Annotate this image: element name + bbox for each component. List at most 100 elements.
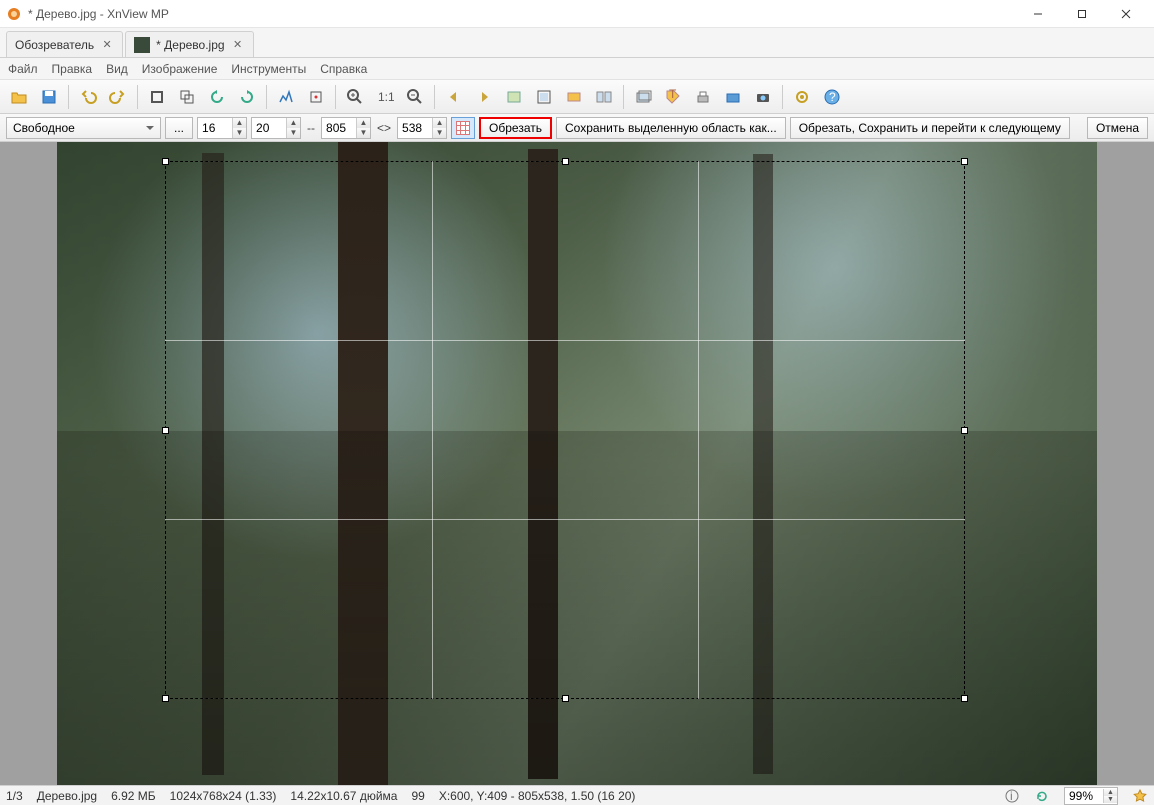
capture-icon[interactable] (750, 84, 776, 110)
menu-image[interactable]: Изображение (142, 62, 218, 76)
crop-x-input[interactable]: ▲▼ (197, 117, 247, 139)
levels-icon[interactable] (273, 84, 299, 110)
crop-icon[interactable] (144, 84, 170, 110)
status-print-size: 14.22x10.67 дюйма (290, 789, 397, 803)
separator (68, 85, 69, 109)
app-icon (6, 6, 22, 22)
separator (434, 85, 435, 109)
batch-icon[interactable] (630, 84, 656, 110)
save-icon[interactable] (36, 84, 62, 110)
quickview-icon[interactable] (501, 84, 527, 110)
separator (266, 85, 267, 109)
open-icon[interactable] (6, 84, 32, 110)
zoom-100-icon[interactable]: 1:1 (372, 84, 398, 110)
tab-label: Обозреватель (15, 38, 94, 52)
status-coords: X:600, Y:409 - 805x538, 1.50 (16 20) (439, 789, 636, 803)
dash-label: -- (305, 121, 317, 135)
auto-levels-icon[interactable] (303, 84, 329, 110)
minimize-button[interactable] (1016, 1, 1060, 27)
maximize-button[interactable] (1060, 1, 1104, 27)
undo-icon[interactable] (75, 84, 101, 110)
help-icon[interactable]: ? (819, 84, 845, 110)
crop-y-input[interactable]: ▲▼ (251, 117, 301, 139)
tab-label: * Дерево.jpg (156, 38, 224, 52)
svg-text:?: ? (829, 90, 836, 104)
handle-w[interactable] (162, 427, 169, 434)
more-button[interactable]: ... (165, 117, 193, 139)
separator (137, 85, 138, 109)
grid-toggle-icon[interactable] (451, 117, 475, 139)
handle-sw[interactable] (162, 695, 169, 702)
svg-text:T: T (669, 88, 677, 101)
scan-icon[interactable] (720, 84, 746, 110)
selection-marquee[interactable] (165, 161, 965, 699)
svg-text:i: i (1010, 789, 1013, 803)
zoom-input[interactable]: ▲▼ (1064, 787, 1118, 805)
status-dimensions: 1024x768x24 (1.33) (170, 789, 277, 803)
save-selection-button[interactable]: Сохранить выделенную область как... (556, 117, 786, 139)
star-icon[interactable] (1132, 788, 1148, 804)
zoom-in-icon[interactable] (342, 84, 368, 110)
print-icon[interactable] (690, 84, 716, 110)
canvas-area[interactable] (0, 142, 1154, 785)
crop-h-input[interactable]: ▲▼ (397, 117, 447, 139)
close-button[interactable] (1104, 1, 1148, 27)
grid-line (165, 340, 965, 341)
tag-icon[interactable]: T (660, 84, 686, 110)
image-canvas[interactable] (57, 142, 1097, 785)
tab-row: Обозреватель ✕ * Дерево.jpg ✕ (0, 28, 1154, 58)
fullscreen-icon[interactable] (531, 84, 557, 110)
menubar: Файл Правка Вид Изображение Инструменты … (0, 58, 1154, 80)
redo-icon[interactable] (105, 84, 131, 110)
handle-s[interactable] (562, 695, 569, 702)
swap-label[interactable]: <> (375, 121, 393, 135)
grid-line (165, 519, 965, 520)
svg-text:1:1: 1:1 (378, 90, 394, 104)
separator (782, 85, 783, 109)
menu-edit[interactable]: Правка (52, 62, 93, 76)
rotate-right-icon[interactable] (234, 84, 260, 110)
menu-help[interactable]: Справка (320, 62, 367, 76)
next-icon[interactable] (471, 84, 497, 110)
rotate-left-icon[interactable] (204, 84, 230, 110)
menu-tools[interactable]: Инструменты (231, 62, 306, 76)
handle-ne[interactable] (961, 158, 968, 165)
tab-image[interactable]: * Дерево.jpg ✕ (125, 31, 253, 57)
handle-nw[interactable] (162, 158, 169, 165)
status-filename: Дерево.jpg (37, 789, 97, 803)
titlebar: * Дерево.jpg - XnView MP (0, 0, 1154, 28)
status-dpi: 99 (411, 789, 424, 803)
slideshow-icon[interactable] (561, 84, 587, 110)
crop-button[interactable]: Обрезать (479, 117, 552, 139)
separator (335, 85, 336, 109)
statusbar: 1/3 Дерево.jpg 6.92 МБ 1024x768x24 (1.33… (0, 785, 1154, 805)
tab-thumbnail (134, 37, 150, 53)
refresh-icon[interactable] (1034, 788, 1050, 804)
tab-browser[interactable]: Обозреватель ✕ (6, 31, 123, 57)
separator (623, 85, 624, 109)
crop-save-next-button[interactable]: Обрезать, Сохранить и перейти к следующе… (790, 117, 1070, 139)
status-filesize: 6.92 МБ (111, 789, 156, 803)
window-title: * Дерево.jpg - XnView MP (28, 7, 1016, 21)
crop-selection[interactable] (165, 161, 965, 699)
compare-icon[interactable] (591, 84, 617, 110)
grid-line (432, 161, 433, 699)
status-index: 1/3 (6, 789, 23, 803)
cancel-button[interactable]: Отмена (1087, 117, 1148, 139)
settings-icon[interactable] (789, 84, 815, 110)
close-icon[interactable]: ✕ (231, 38, 245, 52)
close-icon[interactable]: ✕ (100, 38, 114, 52)
crop-mode-combo[interactable]: Свободное (6, 117, 161, 139)
handle-se[interactable] (961, 695, 968, 702)
prev-icon[interactable] (441, 84, 467, 110)
resize-icon[interactable] (174, 84, 200, 110)
main-toolbar: 1:1 T ? (0, 80, 1154, 114)
info-icon[interactable]: i (1004, 788, 1020, 804)
menu-view[interactable]: Вид (106, 62, 128, 76)
handle-n[interactable] (562, 158, 569, 165)
crop-w-input[interactable]: ▲▼ (321, 117, 371, 139)
zoom-out-icon[interactable] (402, 84, 428, 110)
crop-toolbar: Свободное ... ▲▼ ▲▼ -- ▲▼ <> ▲▼ Обрезать… (0, 114, 1154, 142)
menu-file[interactable]: Файл (8, 62, 38, 76)
handle-e[interactable] (961, 427, 968, 434)
